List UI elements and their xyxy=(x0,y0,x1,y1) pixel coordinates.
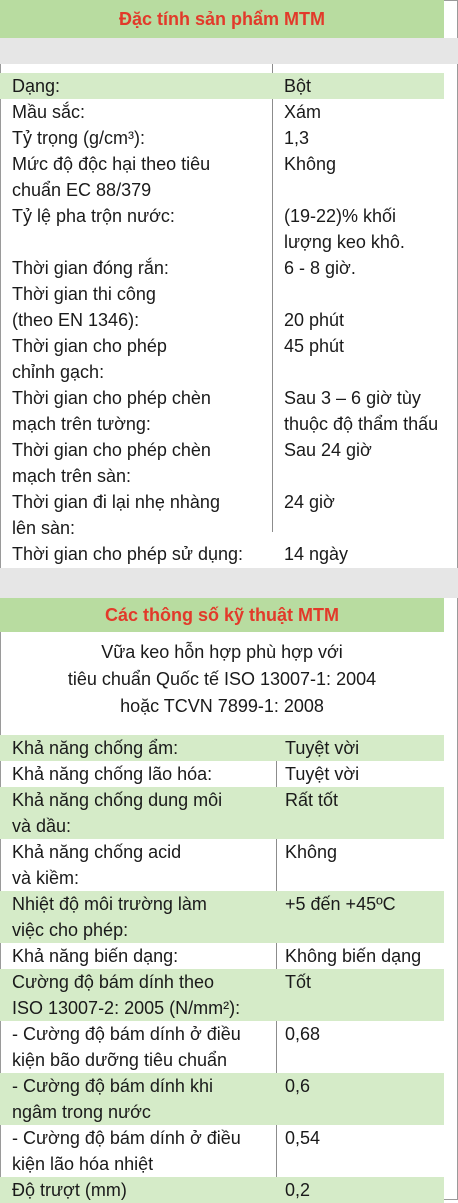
row-label: Khả năng biến dạng: xyxy=(12,946,179,966)
row-value: 20 phút xyxy=(284,310,345,330)
row-value: thuộc độ thẩm thấu xyxy=(284,414,439,434)
table-row: Thời gian cho phép chỉnh gạch: 45 phút xyxy=(0,333,458,385)
table-row: Khả năng chống ẩm: Tuyệt vời xyxy=(0,735,458,761)
section-separator xyxy=(0,568,458,598)
section2-title: Các thông số kỹ thuật MTM xyxy=(0,598,444,632)
row-label: ISO 13007-2: 2005 (N/mm²): xyxy=(12,998,241,1018)
row-value: Không xyxy=(285,842,338,862)
table-row: Mầu sắc: Xám xyxy=(0,99,458,125)
row-label: mạch trên sàn: xyxy=(12,466,132,486)
table-row: - Cường độ bám dính khi ngâm trong nước 0,… xyxy=(0,1073,458,1125)
row-label: Tỷ lệ pha trộn nước: xyxy=(12,206,175,226)
section1-title: Đặc tính sản phẩm MTM xyxy=(0,0,444,38)
row-label: chuẩn EC 88/379 xyxy=(12,180,152,200)
row-value: 14 ngày xyxy=(284,544,349,564)
row-value: Tuyệt vời xyxy=(285,738,360,758)
row-label: Thời gian cho phép xyxy=(12,336,167,356)
row-value: 45 phút xyxy=(284,336,345,356)
row-label: Cường độ bám dính theo xyxy=(12,972,214,992)
table-row: Khả năng biến dạng: Không biến dạng xyxy=(0,943,458,969)
table-row: Khả năng chống dung môi và dầu: Rất tốt xyxy=(0,787,458,839)
row-label: Mầu sắc: xyxy=(12,102,86,122)
row-label: - Cường độ bám dính ở điều xyxy=(12,1128,241,1148)
table-row: Thời gian cho phép chèn mạch trên tường: S… xyxy=(0,385,458,437)
note-line: hoặc TCVN 7899-1: 2008 xyxy=(120,696,324,716)
row-label: Thời gian đóng rắn: xyxy=(12,258,169,278)
table-row: Thời gian đi lại nhẹ nhàng lên sàn: 24 giờ xyxy=(0,489,458,541)
row-label: Thời gian cho phép chèn xyxy=(12,388,211,408)
table-row: Khả năng chống lão hóa: Tuyệt vời xyxy=(0,761,458,787)
row-label: Khả năng chống lão hóa: xyxy=(12,764,213,784)
row-value: Không xyxy=(284,154,337,174)
table-row: Thời gian thi công (theo EN 1346): 20 phút xyxy=(0,281,458,333)
section1-gap xyxy=(0,38,458,64)
table-row: Mức độ độc hại theo tiêu chuẩn EC 88/379 K… xyxy=(0,151,458,203)
row-value: 24 giờ xyxy=(284,492,335,512)
row-label: Khả năng chống acid xyxy=(12,842,182,862)
row-value: 0,2 xyxy=(285,1180,311,1200)
row-value: Sau 3 – 6 giờ tùy xyxy=(284,388,421,408)
table-row: Dạng: Bột xyxy=(0,73,458,99)
row-label: Nhiệt độ môi trường làm xyxy=(12,894,207,914)
row-label: chỉnh gạch: xyxy=(12,362,105,382)
row-value: 6 - 8 giờ. xyxy=(284,258,356,278)
row-label: việc cho phép: xyxy=(12,920,129,940)
row-label: Khả năng chống dung môi xyxy=(12,790,223,810)
row-value: 0,68 xyxy=(285,1024,321,1044)
row-value: 1,3 xyxy=(284,128,310,148)
row-value: 0,54 xyxy=(285,1128,321,1148)
row-label: Tỷ trọng (g/cm³): xyxy=(12,128,146,148)
row-value: (19-22)% khối xyxy=(284,206,397,226)
table-row: Nhiệt độ môi trường làm việc cho phép: +5 … xyxy=(0,891,458,943)
table-row: - Cường độ bám dính ở điều kiện lão hóa n… xyxy=(0,1125,458,1177)
row-value: Sau 24 giờ xyxy=(284,440,372,460)
row-label: và dầu: xyxy=(12,816,72,836)
table-row: Tỷ trọng (g/cm³): 1,3 xyxy=(0,125,458,151)
row-value: Rất tốt xyxy=(285,790,339,810)
row-label: (theo EN 1346): xyxy=(12,310,140,330)
row-label: Mức độ độc hại theo tiêu xyxy=(12,154,211,174)
row-value: Xám xyxy=(284,102,322,122)
row-label: - Cường độ bám dính ở điều xyxy=(12,1024,241,1044)
row-value: Bột xyxy=(284,76,312,96)
row-value: Không biến dạng xyxy=(285,946,422,966)
row-label: Độ trượt (mm) xyxy=(12,1180,127,1200)
note-line: Vữa keo hỗn hợp phù hợp với xyxy=(101,642,343,662)
row-label: kiện bão dưỡng tiêu chuẩn xyxy=(12,1050,228,1070)
row-label: Thời gian thi công xyxy=(12,284,156,304)
table-row: Độ trượt (mm) 0,2 xyxy=(0,1177,458,1203)
table-row: Thời gian đóng rắn: 6 - 8 giờ. xyxy=(0,255,458,281)
row-label: Thời gian đi lại nhẹ nhàng xyxy=(12,492,220,512)
table-row: - Cường độ bám dính ở điều kiện bão dưỡng… xyxy=(0,1021,458,1073)
row-value: Tốt xyxy=(285,972,312,992)
row-label: lên sàn: xyxy=(12,518,76,538)
row-label: kiện lão hóa nhiệt xyxy=(12,1154,154,1174)
row-label: Khả năng chống ẩm: xyxy=(12,738,179,758)
row-label: ngâm trong nước xyxy=(12,1102,151,1122)
row-label: mạch trên tường: xyxy=(12,414,151,434)
row-value: lượng keo khô. xyxy=(284,232,405,252)
table-row: Thời gian cho phép chèn mạch trên sàn: Sau… xyxy=(0,437,458,489)
row-label: Dạng: xyxy=(12,76,61,96)
row-value: 0,6 xyxy=(285,1076,311,1096)
row-label: Thời gian cho phép chèn xyxy=(12,440,211,460)
row-label: Thời gian cho phép sử dụng: xyxy=(12,544,244,564)
table-row: Cường độ bám dính theo ISO 13007-2: 2005 … xyxy=(0,969,458,1021)
note-line: tiêu chuẩn Quốc tế ISO 13007-1: 2004 xyxy=(67,669,377,689)
row-label: và kiềm: xyxy=(12,868,80,888)
row-value: +5 đến +45ºC xyxy=(285,894,396,914)
row-value: Tuyệt vời xyxy=(285,764,360,784)
table-row: Khả năng chống acid và kiềm: Không xyxy=(0,839,458,891)
row-label: - Cường độ bám dính khi xyxy=(12,1076,213,1096)
table-row: Thời gian cho phép sử dụng: 14 ngày xyxy=(0,541,458,567)
table-row: Tỷ lệ pha trộn nước: (19-22)% khối lượng k… xyxy=(0,203,458,255)
